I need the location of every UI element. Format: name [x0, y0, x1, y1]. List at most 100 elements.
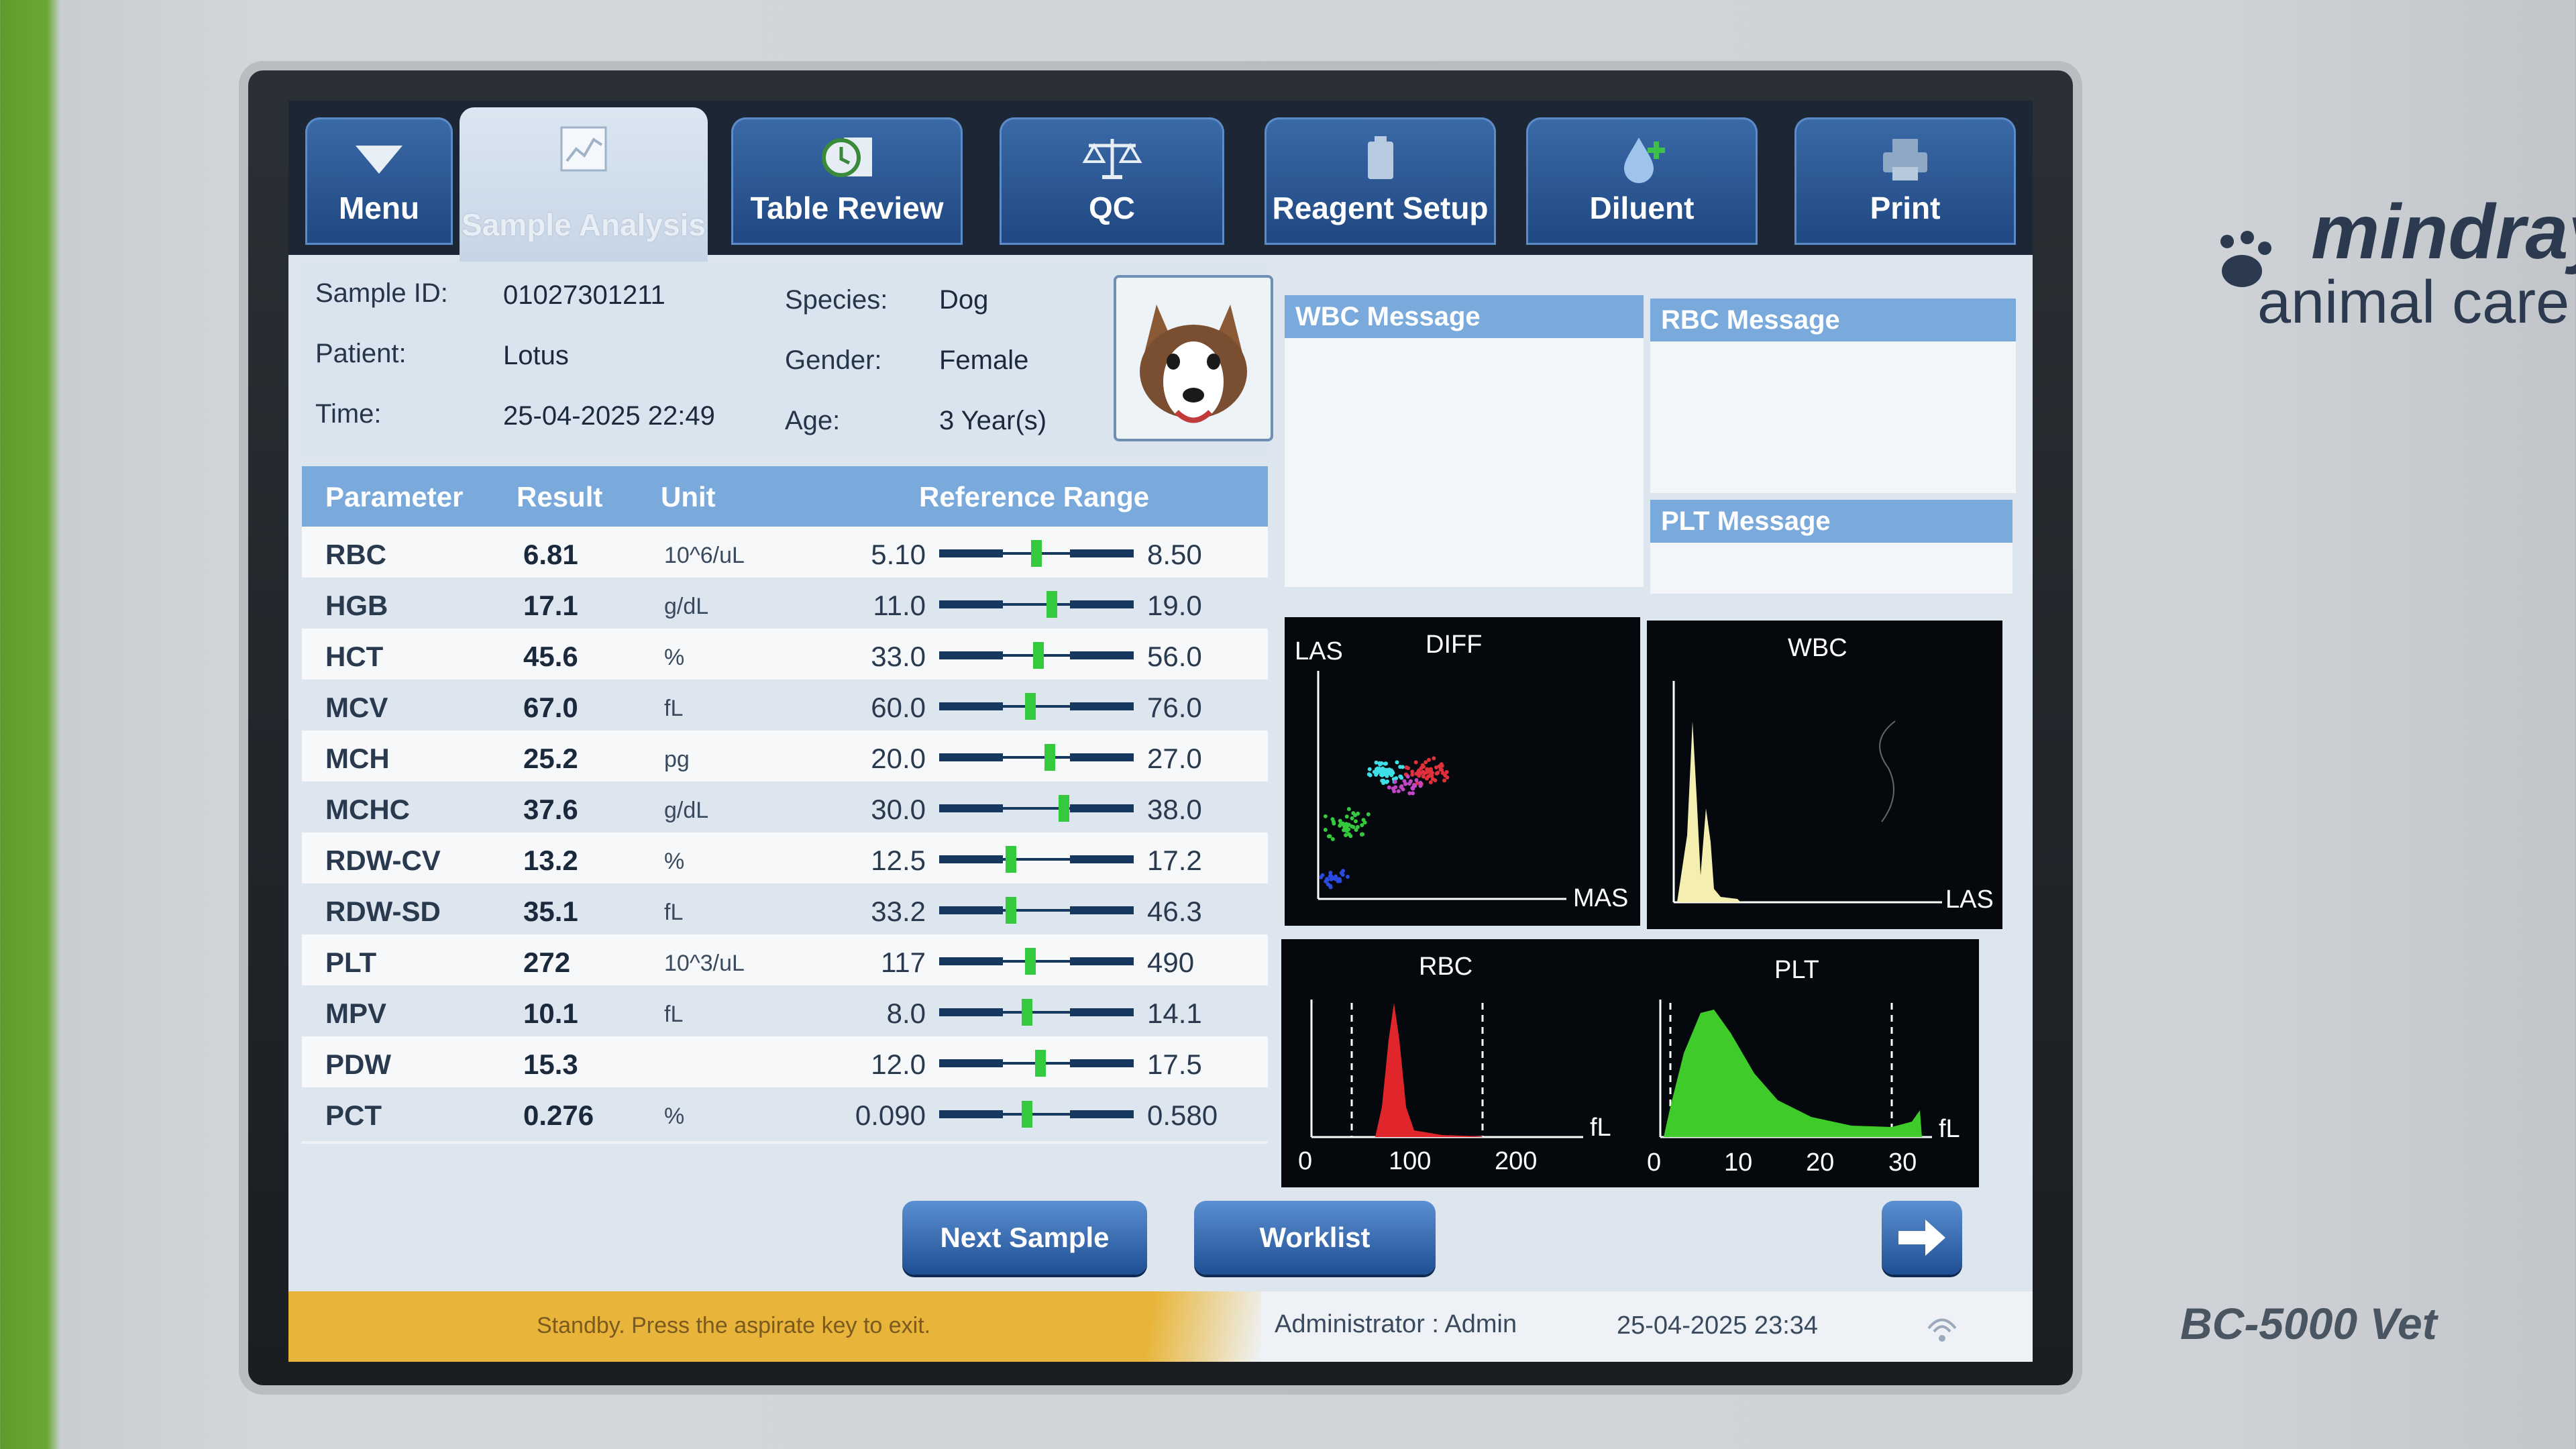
reagent-icon [1367, 136, 1393, 179]
brand-subtitle: animal care [2257, 269, 2570, 336]
next-sample-button[interactable]: Next Sample [902, 1201, 1147, 1275]
range-marker [1046, 591, 1058, 618]
param-result: 35.1 [523, 896, 578, 927]
tab-label: Table Review [750, 191, 944, 225]
col-reference-range: Reference Range [919, 481, 1150, 513]
diff-scattergram: LAS DIFF MAS [1285, 617, 1640, 926]
wbc-message-panel: WBC Message [1285, 295, 1644, 587]
species-avatar [1114, 275, 1273, 441]
gender-label: Gender: [785, 345, 882, 375]
range-indicator [939, 795, 1134, 822]
range-high: 19.0 [1147, 590, 1202, 621]
range-low: 0.090 [855, 1099, 926, 1131]
param-result: 272 [523, 947, 571, 978]
param-name: MCHC [325, 794, 410, 825]
tab-label: Print [1870, 191, 1941, 225]
param-unit: pg [664, 747, 690, 772]
species-value: Dog [939, 285, 989, 315]
table-row: HCT 45.6% 33.0 56.0 [302, 629, 1268, 682]
tab-label: Menu [338, 191, 420, 225]
param-unit: % [664, 1104, 685, 1129]
range-high: 0.580 [1147, 1099, 1218, 1131]
table-header: Parameter Result Unit Reference Range [302, 466, 1268, 527]
range-marker [1006, 897, 1017, 924]
tab-label: QC [1089, 191, 1135, 225]
range-low: 60.0 [871, 692, 926, 723]
arrow-right-icon [1898, 1220, 1945, 1256]
param-name: MPV [325, 998, 387, 1029]
scale-icon [1082, 139, 1142, 179]
table-row: MCH 25.2 pg 20.0 27.0 [302, 731, 1268, 784]
param-name: PLT [325, 947, 377, 978]
range-low: 12.5 [871, 845, 926, 876]
table-row: PCT 0.276% 0.090 0.580 [302, 1087, 1268, 1141]
range-indicator [939, 999, 1134, 1026]
param-unit: fL [664, 696, 684, 721]
param-result: 6.81 [523, 539, 578, 570]
tab-label: Reagent Setup [1272, 191, 1489, 225]
param-result: 45.6 [523, 641, 578, 672]
patient-label: Patient: [315, 339, 407, 368]
range-low: 33.2 [871, 896, 926, 927]
wbc-message-header: WBC Message [1285, 295, 1644, 338]
tab-qc[interactable]: QC [1000, 117, 1224, 245]
worklist-button[interactable]: Worklist [1194, 1201, 1436, 1275]
age-value: 3 Year(s) [939, 406, 1047, 435]
table-row: MPV 10.1 fL 8.0 14.1 [302, 985, 1268, 1039]
col-parameter: Parameter [325, 481, 464, 513]
table-row: MCV 67.0 fL 60.0 76.0 [302, 680, 1268, 733]
param-name: MCH [325, 743, 390, 774]
col-result: Result [517, 481, 603, 513]
clock-icon [821, 138, 872, 177]
param-name: HGB [325, 590, 388, 621]
status-bar: Standby. Press the aspirate key to exit.… [288, 1291, 2033, 1362]
wbc-histogram-plot [1672, 681, 1942, 904]
range-indicator [939, 897, 1134, 924]
sample-id-label: Sample ID: [315, 278, 448, 308]
sample-id-value: 01027301211 [503, 280, 665, 310]
range-high: 56.0 [1147, 641, 1202, 672]
tab-label: Diluent [1589, 191, 1695, 225]
range-low: 33.0 [871, 641, 926, 672]
model-name: BC-5000 Vet [2180, 1299, 2437, 1348]
tab-menu[interactable]: Menu [305, 117, 453, 245]
table-row: HGB 17.1 g/dL 11.0 19.0 [302, 578, 1268, 631]
range-high: 38.0 [1147, 794, 1202, 825]
range-high: 490 [1147, 947, 1195, 978]
range-marker [1021, 1101, 1032, 1128]
plt-histogram-plot [1659, 1000, 1932, 1138]
table-row: MCHC 37.6 g/dL 30.0 38.0 [302, 782, 1268, 835]
param-name: PCT [325, 1099, 382, 1131]
time-label: Time: [315, 399, 382, 429]
param-unit: % [664, 645, 685, 670]
tab-sample-analysis[interactable]: Sample Analysis [460, 107, 708, 262]
species-label: Species: [785, 285, 888, 315]
param-name: MCV [325, 692, 388, 723]
triangle-down-icon [356, 146, 402, 174]
status-message: Standby. Press the aspirate key to exit. [537, 1313, 931, 1338]
next-page-button[interactable] [1882, 1201, 1962, 1275]
tab-print[interactable]: Print [1794, 117, 2016, 245]
param-unit: % [664, 849, 685, 874]
range-high: 14.1 [1147, 998, 1202, 1029]
param-result: 15.3 [523, 1049, 578, 1080]
gender-value: Female [939, 345, 1029, 375]
dog-icon [1140, 305, 1247, 423]
brand-name: mindray [2311, 189, 2576, 275]
range-high: 17.5 [1147, 1049, 1202, 1080]
tab-reagent-setup[interactable]: Reagent Setup [1265, 117, 1496, 245]
tab-table-review[interactable]: Table Review [731, 117, 963, 245]
patient-value: Lotus [503, 341, 569, 370]
range-low: 12.0 [871, 1049, 926, 1080]
time-value: 25-04-2025 22:49 [503, 401, 715, 431]
range-marker [1031, 540, 1042, 567]
range-low: 30.0 [871, 794, 926, 825]
range-low: 8.0 [886, 998, 926, 1029]
range-indicator [939, 1101, 1134, 1128]
param-result: 13.2 [523, 845, 578, 876]
param-result: 37.6 [523, 794, 578, 825]
tab-diluent[interactable]: Diluent [1526, 117, 1758, 245]
range-indicator [939, 591, 1134, 618]
param-result: 17.1 [523, 590, 578, 621]
table-row: RDW-CV 13.2% 12.5 17.2 [302, 833, 1268, 886]
